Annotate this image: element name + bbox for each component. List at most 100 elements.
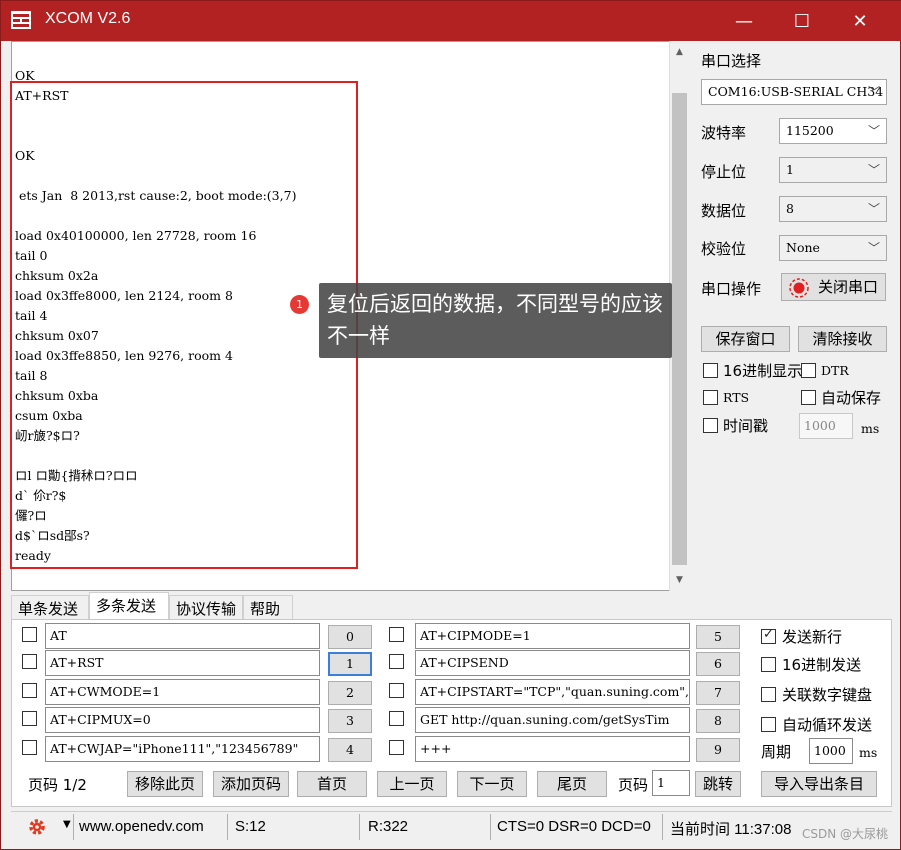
tab-single-send[interactable]: 单条发送	[11, 595, 89, 619]
send-command-button[interactable]: 8	[696, 709, 740, 733]
close-port-button[interactable]: 关闭串口	[781, 273, 886, 301]
command-checkbox[interactable]	[22, 740, 37, 755]
command-input[interactable]: AT+CIPSTART="TCP","quan.suning.com",	[415, 679, 690, 705]
tab-help[interactable]: 帮助	[243, 595, 293, 619]
command-input[interactable]: GET http://quan.suning.com/getSysTim	[415, 707, 690, 733]
website-link[interactable]: www.openedv.com	[79, 818, 204, 835]
command-input[interactable]: AT	[45, 623, 320, 649]
send-command-button[interactable]: 4	[328, 738, 372, 762]
rts-label: RTS	[723, 390, 750, 405]
command-checkbox[interactable]	[389, 740, 404, 755]
port-status-icon	[789, 278, 809, 298]
auto-save-checkbox[interactable]	[801, 390, 816, 405]
send-command-button[interactable]: 2	[328, 681, 372, 705]
hex-send-label: 16进制发送	[782, 656, 862, 674]
close-button[interactable]: ✕	[831, 1, 889, 41]
scroll-up-icon[interactable]: ▲	[670, 43, 689, 61]
status-separator	[359, 814, 360, 840]
gear-icon[interactable]	[27, 817, 47, 837]
prev-page-button[interactable]: 上一页	[377, 771, 447, 797]
status-separator	[73, 814, 74, 840]
remove-page-button[interactable]: 移除此页	[127, 771, 203, 797]
command-checkbox[interactable]	[389, 654, 404, 669]
status-bar: ▼ www.openedv.com S:12 R:322 CTS=0 DSR=0…	[11, 811, 892, 841]
chevron-down-icon: ﹀	[867, 124, 880, 138]
tab-multi-send[interactable]: 多条发送	[89, 592, 169, 619]
minimize-button[interactable]: —	[715, 1, 773, 41]
scroll-down-icon[interactable]: ▼	[670, 571, 689, 589]
received-count[interactable]: R:322	[368, 818, 408, 835]
port-select-label: 串口选择	[701, 52, 762, 70]
command-checkbox[interactable]	[389, 711, 404, 726]
status-separator	[490, 814, 491, 840]
dtr-checkbox[interactable]	[801, 363, 816, 378]
tab-protocol-transfer[interactable]: 协议传输	[169, 595, 243, 619]
timestamp-interval-input[interactable]: 1000	[799, 413, 853, 439]
import-export-button[interactable]: 导入导出条目	[761, 771, 877, 797]
command-input[interactable]: AT+CIPMUX=0	[45, 707, 320, 733]
command-input[interactable]: AT+CIPMODE=1	[415, 623, 690, 649]
timestamp-unit: ms	[861, 421, 880, 436]
status-separator	[662, 814, 663, 840]
send-command-button[interactable]: 7	[696, 681, 740, 705]
command-input[interactable]: AT+RST	[45, 650, 320, 676]
command-checkbox[interactable]	[22, 627, 37, 642]
timestamp-checkbox[interactable]	[703, 418, 718, 433]
command-checkbox[interactable]	[389, 683, 404, 698]
send-command-button[interactable]: 6	[696, 652, 740, 676]
parity-select[interactable]: None ﹀	[779, 235, 887, 261]
command-input[interactable]: AT+CWJAP="iPhone111","123456789"	[45, 736, 320, 762]
stop-bits-select[interactable]: 1 ﹀	[779, 157, 887, 183]
command-input[interactable]: AT+CWMODE=1	[45, 679, 320, 705]
command-checkbox[interactable]	[22, 683, 37, 698]
chevron-down-icon: ﹀	[867, 163, 880, 177]
auto-loop-label: 自动循环发送	[782, 716, 873, 734]
clear-receive-button[interactable]: 清除接收	[798, 326, 887, 352]
baud-rate-select[interactable]: 115200 ﹀	[779, 118, 887, 144]
period-input[interactable]: 1000	[809, 738, 853, 764]
first-page-button[interactable]: 首页	[297, 771, 367, 797]
data-bits-select[interactable]: 8 ﹀	[779, 196, 887, 222]
auto-loop-checkbox[interactable]	[761, 717, 776, 732]
command-input[interactable]: +++	[415, 736, 690, 762]
link-keyboard-checkbox[interactable]	[761, 687, 776, 702]
next-page-button[interactable]: 下一页	[457, 771, 527, 797]
sent-count: S:12	[235, 818, 266, 835]
last-page-button[interactable]: 尾页	[537, 771, 607, 797]
send-command-button[interactable]: 3	[328, 709, 372, 733]
caret-down-icon[interactable]: ▼	[63, 819, 71, 830]
command-checkbox[interactable]	[389, 627, 404, 642]
port-select[interactable]: COM16:USB-SERIAL CH34 ﹀	[701, 79, 887, 105]
send-newline-checkbox[interactable]	[761, 627, 776, 644]
send-command-button[interactable]: 0	[328, 625, 372, 649]
scroll-thumb[interactable]	[672, 93, 687, 565]
rts-checkbox[interactable]	[703, 390, 718, 405]
port-operation-label: 串口操作	[701, 280, 762, 298]
add-page-button[interactable]: 添加页码	[213, 771, 289, 797]
command-checkbox[interactable]	[22, 711, 37, 726]
hex-display-checkbox[interactable]	[703, 363, 718, 378]
chevron-down-icon: ﹀	[867, 85, 880, 99]
hex-send-checkbox[interactable]	[761, 657, 776, 672]
timestamp-label: 时间戳	[723, 417, 769, 435]
save-window-button[interactable]: 保存窗口	[701, 326, 790, 352]
chevron-down-icon: ﹀	[867, 241, 880, 255]
jump-page-button[interactable]: 跳转	[695, 771, 741, 797]
send-command-button[interactable]: 1	[328, 652, 372, 676]
send-command-button[interactable]: 9	[696, 738, 740, 762]
command-input[interactable]: AT+CIPSEND	[415, 650, 690, 676]
send-newline-label: 发送新行	[782, 628, 843, 646]
baud-rate-label: 波特率	[701, 124, 747, 142]
dtr-label: DTR	[821, 363, 849, 378]
send-command-button[interactable]: 5	[696, 625, 740, 649]
page-input-label: 页码	[618, 776, 649, 794]
period-unit: ms	[859, 745, 878, 760]
port-select-value: COM16:USB-SERIAL CH34	[708, 84, 884, 99]
modem-lines-status: CTS=0 DSR=0 DCD=0	[497, 818, 651, 835]
command-checkbox[interactable]	[22, 654, 37, 669]
annotation-callout: 复位后返回的数据，不同型号的应该不一样	[319, 283, 672, 358]
page-number-input[interactable]: 1	[652, 770, 690, 796]
maximize-button[interactable]: ☐	[773, 1, 831, 41]
xcom-window: XCOM V2.6 — ☐ ✕ OK AT+RST OK ets Jan 8 201…	[0, 0, 901, 850]
baud-rate-value: 115200	[786, 123, 834, 138]
